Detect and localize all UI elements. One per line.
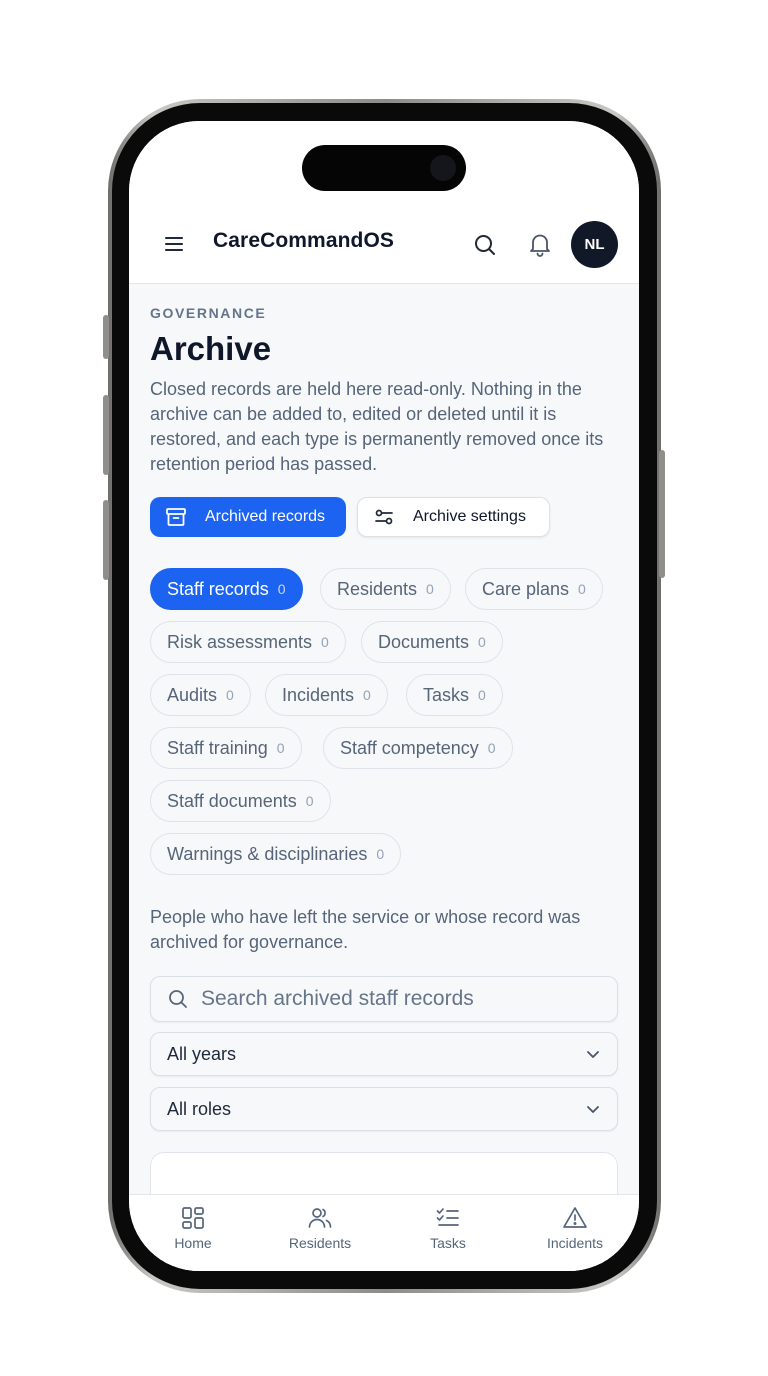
chip-count: 0 [226,687,234,703]
chip-residents[interactable]: Residents 0 [320,568,451,610]
section-info: People who have left the service or whos… [150,907,581,952]
action-button [103,315,109,359]
chip-count: 0 [426,581,434,597]
power-button [659,450,665,578]
chevron-down-icon [587,1051,599,1058]
chip-count: 0 [276,740,285,756]
role-filter-value: All roles [167,1098,232,1119]
users-icon [308,1208,332,1228]
app-title[interactable]: CareCommandOS [213,229,394,253]
chip-count: 0 [478,634,486,650]
archive-settings-label: Archive settings [413,508,526,525]
warning-triangle-icon [563,1207,587,1228]
nav-residents[interactable]: Residents [265,1205,375,1251]
user-avatar[interactable]: NL [571,221,618,268]
chip-label: Staff training [167,737,268,758]
chip-count: 0 [376,846,385,862]
chip-label: Warnings & disciplinaries [167,843,368,864]
chip-label: Tasks [423,684,470,705]
archived-records-tab[interactable]: Archived records [150,497,346,537]
nav-incidents-label: Incidents [546,1235,604,1251]
chip-label: Incidents [282,684,355,705]
chip-staff-training[interactable]: Staff training 0 [150,727,302,769]
volume-up-button [103,395,109,475]
chip-label: Risk assessments [167,631,313,652]
search-icon[interactable] [472,232,498,258]
bottom-navigation: Home Residents Tasks Incidents [129,1194,639,1271]
hamburger-menu-icon[interactable] [163,232,185,256]
chip-staff-competency[interactable]: Staff competency 0 [323,727,513,769]
notification-bell-icon[interactable] [527,231,553,257]
nav-residents-label: Residents [288,1235,352,1251]
chip-documents[interactable]: Documents 0 [361,621,503,663]
chip-warnings-disciplinaries[interactable]: Warnings & disciplinaries 0 [150,833,402,875]
chip-label: Staff records [167,578,269,599]
page-description: Closed records are held here read-only. … [150,379,604,474]
archive-settings-tab[interactable]: Archive settings [357,497,550,537]
chip-count: 0 [487,740,496,756]
chip-staff-documents[interactable]: Staff documents 0 [150,780,331,822]
phone-screen: CareCommandOS NL GOVERNANCE Archive Clos… [129,121,639,1271]
chip-label: Care plans [482,578,570,599]
archive-box-icon [166,508,186,526]
chip-staff-records[interactable]: Staff records 0 [150,568,303,610]
chip-count: 0 [321,634,329,650]
home-grid-icon [182,1207,204,1229]
search-archived-field[interactable] [150,976,618,1022]
search-input[interactable] [201,987,591,1011]
sliders-icon [375,509,393,525]
page-title: Archive [150,330,272,367]
chip-label: Documents [378,631,470,652]
chip-incidents[interactable]: Incidents 0 [265,674,388,716]
chip-count: 0 [305,793,314,809]
nav-home[interactable]: Home [138,1205,248,1251]
chip-label: Audits [167,684,218,705]
chip-count: 0 [578,581,586,597]
chip-audits[interactable]: Audits 0 [150,674,251,716]
chip-count: 0 [277,581,286,597]
chip-label: Residents [337,578,418,599]
chip-tasks[interactable]: Tasks 0 [406,674,503,716]
year-filter-value: All years [167,1043,237,1064]
chip-label: Staff documents [167,790,297,811]
dynamic-island [302,145,466,191]
nav-tasks[interactable]: Tasks [393,1205,503,1251]
chevron-down-icon [587,1106,599,1113]
year-filter-select[interactable]: All years [150,1032,618,1076]
camera-icon [430,155,456,181]
chip-label: Staff competency [340,737,479,758]
chip-care-plans[interactable]: Care plans 0 [465,568,603,610]
chip-risk-assessments[interactable]: Risk assessments 0 [150,621,346,663]
chip-count: 0 [478,687,486,703]
nav-incidents[interactable]: Incidents [520,1205,630,1251]
nav-home-label: Home [174,1235,212,1251]
section-eyebrow: GOVERNANCE [150,305,267,321]
archived-records-label: Archived records [205,508,326,525]
volume-down-button [103,500,109,580]
chip-count: 0 [363,687,371,703]
role-filter-select[interactable]: All roles [150,1087,618,1131]
checklist-icon [436,1208,459,1226]
search-icon [169,990,187,1008]
nav-tasks-label: Tasks [430,1235,466,1251]
